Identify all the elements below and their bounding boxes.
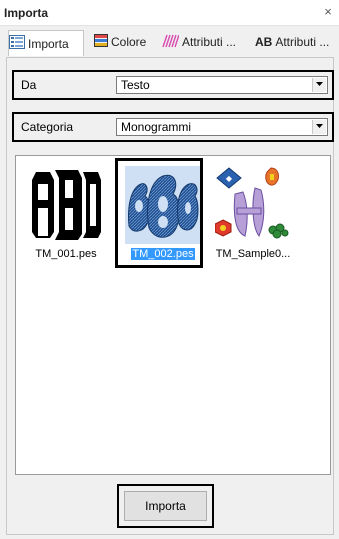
- source-label: Da: [21, 78, 37, 92]
- source-value: Testo: [121, 78, 150, 92]
- color-icon: [94, 33, 108, 51]
- monogram-sample-thumbnail: ◆: [214, 166, 291, 244]
- category-select[interactable]: Monogrammi: [116, 118, 328, 136]
- tab-label: Colore: [111, 35, 147, 49]
- category-label: Categoria: [21, 120, 74, 134]
- tab-attributi-cucitura[interactable]: Attributi ...: [161, 31, 247, 53]
- window-title: Importa: [4, 6, 49, 20]
- chevron-down-icon[interactable]: [312, 78, 326, 92]
- source-select[interactable]: Testo: [116, 76, 328, 94]
- tab-label: Importa: [28, 36, 69, 51]
- file-name: TM_Sample0...: [215, 248, 291, 260]
- stitch-attributes-icon: [161, 34, 180, 51]
- chevron-down-icon[interactable]: [312, 120, 326, 134]
- import-button[interactable]: Importa: [124, 491, 207, 521]
- tab-importa[interactable]: Importa: [8, 30, 84, 56]
- source-row: Da Testo: [12, 70, 334, 100]
- import-button-frame: Importa: [117, 484, 214, 528]
- category-value: Monogrammi: [121, 120, 192, 134]
- svg-text:◆: ◆: [226, 174, 233, 183]
- file-item-tm-sample[interactable]: ◆ TM_Sample0...: [209, 162, 297, 272]
- file-name: TM_002.pes: [131, 248, 195, 260]
- monogram-abg-thumbnail: [125, 166, 201, 244]
- import-grid-icon: [9, 35, 25, 52]
- file-name: TM_001.pes: [35, 248, 97, 260]
- monogram-abc-thumbnail: [28, 166, 104, 244]
- tab-colore[interactable]: Colore: [94, 31, 158, 53]
- close-icon[interactable]: ×: [321, 4, 335, 19]
- tab-label: Attributi ...: [182, 35, 237, 49]
- file-item-tm-002[interactable]: TM_002.pes: [119, 162, 207, 272]
- text-attributes-icon: AB: [255, 35, 273, 49]
- import-panel-window: Importa × Importa Colore Attributi ... A…: [0, 0, 339, 539]
- tab-attributi-testo[interactable]: AB Attributi ...: [255, 31, 339, 53]
- tab-bar: Importa Colore Attributi ... AB Attribut…: [0, 27, 339, 57]
- file-list[interactable]: TM_001.pes TM_002.pes ◆ TM_Sample0...: [15, 155, 331, 475]
- category-row: Categoria Monogrammi: [12, 112, 334, 142]
- tab-label: Attributi ...: [275, 35, 330, 49]
- file-item-tm-001[interactable]: TM_001.pes: [22, 162, 110, 272]
- title-bar: Importa ×: [0, 0, 339, 26]
